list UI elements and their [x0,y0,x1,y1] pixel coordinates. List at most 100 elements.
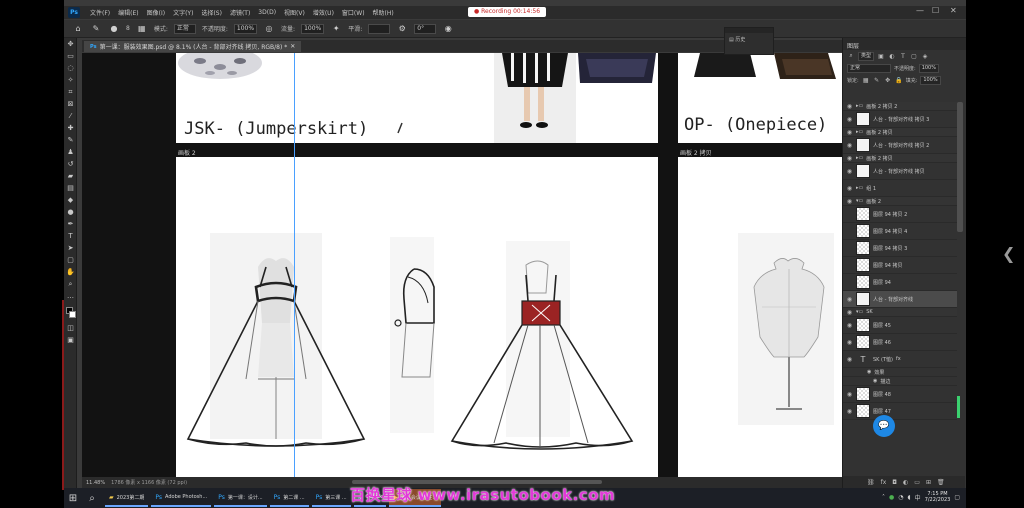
taskbar-item-lesson1[interactable]: Ps 第一课：设计... [214,489,267,507]
layer-row[interactable]: ◉ 图层 48 [843,386,957,403]
lock-pixels-icon[interactable]: ▦ [862,76,870,84]
lock-all-icon[interactable]: 🔒 [895,76,903,84]
eye-icon[interactable]: ◉ [846,339,853,346]
taskbar-item-folder[interactable]: ▰ 2023第二期 [105,489,149,507]
chevron-left-icon[interactable]: ❮ [1002,244,1015,263]
trash-icon[interactable]: 🗑 [937,479,945,486]
more-tools-icon[interactable]: … [64,290,77,302]
eye-icon[interactable]: ◉ [846,408,853,415]
volume-icon[interactable]: ◖ [908,494,911,501]
crop-tool-icon[interactable]: ⌗ [64,86,77,98]
fill-field[interactable]: 100% [920,75,941,85]
zoom-level[interactable]: 11.48% [86,480,105,486]
flow-field[interactable]: 100% [301,23,325,34]
layer-group[interactable]: ◉ ▸▭ 画板 2 拷贝 [843,154,957,163]
layer-row[interactable]: ◉ 图层 47 [843,403,957,420]
pressure-size-icon[interactable]: ◉ [442,23,454,35]
layer-row[interactable]: ◉ 图层 45 [843,317,957,334]
filter-pixel-icon[interactable]: ▣ [877,52,885,60]
layers-scrollbar[interactable] [957,102,963,232]
lock-move-icon[interactable]: ✥ [884,76,892,84]
close-icon[interactable]: ✕ [950,6,957,15]
smooth-field[interactable] [368,23,391,34]
artboard-tool-icon[interactable]: ▭ [64,50,77,62]
artboard-2-label[interactable]: 画板 2 [178,148,196,157]
input-method-icon[interactable]: 中 [915,493,921,502]
windows-start-icon[interactable]: ⊞ [64,488,82,508]
clock[interactable]: 7:15 PM 7/22/2023 [925,491,951,503]
lock-paint-icon[interactable]: ✎ [873,76,881,84]
layer-row-active[interactable]: ◉ 人台 - 背部对齐线 [843,291,957,308]
eye-icon[interactable]: ◉ [846,391,853,398]
menu-file[interactable]: 文件(F) [86,8,114,17]
layers-panel-title[interactable]: 图层 [843,38,966,50]
type-tool-icon[interactable]: T [64,230,77,242]
layer-row[interactable]: ◉ 人台 - 背部对齐线 拷贝 [843,163,957,180]
new-layer-icon[interactable]: ⊞ [926,479,931,486]
menu-filter[interactable]: 滤镜(T) [226,8,254,17]
layer-row[interactable]: ◉ 人台 - 背部对齐线 拷贝 2 [843,137,957,154]
layer-row[interactable]: ◉ ▸▭ 组 1 [843,180,957,197]
screen-mode-icon[interactable]: ▣ [64,334,77,346]
shape-tool-icon[interactable]: ▢ [64,254,77,266]
eye-icon[interactable]: ◉ [846,129,853,136]
opacity-field[interactable]: 100% [233,23,258,34]
menu-image[interactable]: 图像(I) [143,8,169,17]
pressure-opacity-icon[interactable]: ◎ [263,23,275,35]
chat-bubble-icon[interactable]: 💬 [873,415,895,437]
layer-group[interactable]: ◉ ▾▭ SK [843,308,957,317]
menu-plugins[interactable]: 增效(U) [309,8,338,17]
layer-effect-stroke[interactable]: ◉ 描边 [843,377,957,386]
filter-adjust-icon[interactable]: ◐ [888,52,896,60]
smoothing-settings-icon[interactable]: ⚙ [396,23,408,35]
wechat-icon[interactable]: ● [889,494,894,501]
eraser-icon[interactable]: ▰ [64,170,77,182]
chevron-up-icon[interactable]: ˄ [882,494,885,501]
quick-mask-icon[interactable]: ◫ [64,322,77,334]
frame-tool-icon[interactable]: ⊠ [64,98,77,110]
layer-opacity-field[interactable]: 100% [918,63,939,73]
layer-group[interactable]: ◉ ▸▭ 画板 2 拷贝 2 [843,102,957,111]
angle-field[interactable]: 0° [414,23,437,34]
eye-icon[interactable]: ◉ [846,185,853,192]
brush-tool-icon[interactable]: ✎ [64,134,77,146]
layer-row[interactable]: ◉ 人台 - 背部对齐线 拷贝 3 [843,111,957,128]
document-info[interactable]: 1786 像素 x 1166 像素 (72 ppi) [111,479,187,486]
network-icon[interactable]: ◔ [898,494,903,501]
dodge-icon[interactable]: ● [64,206,77,218]
menu-3d[interactable]: 3D(D) [254,9,280,16]
layer-row[interactable]: 图层 94 拷贝 2 [843,206,957,223]
eye-icon[interactable]: ◉ [846,322,853,329]
menu-edit[interactable]: 编辑(E) [114,8,142,17]
taskbar-item-photoshop[interactable]: Ps Adobe Photosh... [151,489,212,507]
document-tab[interactable]: Ps 第一课：服装效果图.psd @ 8.1% (人台 - 背部对齐线 拷贝, … [84,41,302,52]
history-brush-icon[interactable]: ↺ [64,158,77,170]
fx-button-icon[interactable]: fx [881,479,887,486]
menu-help[interactable]: 帮助(H) [369,8,398,17]
menu-view[interactable]: 视图(V) [280,8,309,17]
eye-icon[interactable]: ◉ [846,198,853,205]
search-icon[interactable]: ⌕ [82,488,102,508]
notification-icon[interactable]: ▢ [954,494,960,501]
filter-smart-icon[interactable]: ◈ [921,52,929,60]
mode-select[interactable]: 正常 [173,23,196,34]
brush-tool-icon[interactable]: ✎ [90,23,102,35]
history-item[interactable]: ▤ 历史 [725,33,773,46]
artboard-jsk-header[interactable]: JSK- (Jumperskirt) [176,53,658,143]
brush-settings-icon[interactable]: ▦ [136,23,148,35]
layer-row[interactable]: 图层 94 拷贝 3 [843,240,957,257]
link-icon[interactable]: ⛓ [867,479,875,486]
eye-icon[interactable]: ◉ [846,168,853,175]
gradient-icon[interactable]: ▤ [64,182,77,194]
artboard-2-copy-label[interactable]: 画板 2 拷贝 [680,148,712,157]
layer-row[interactable]: 图层 94 [843,274,957,291]
zoom-tool-icon[interactable]: ⌕ [64,278,77,290]
eye-icon[interactable]: ◉ [846,116,853,123]
color-swatches[interactable] [64,306,77,322]
menu-window[interactable]: 窗口(W) [338,8,369,17]
new-group-icon[interactable]: ▭ [914,479,920,486]
magic-wand-icon[interactable]: ✧ [64,74,77,86]
lasso-tool-icon[interactable]: ◌ [64,62,77,74]
eye-icon[interactable]: ◉ [846,155,853,162]
brush-preset-icon[interactable]: ● [108,23,120,35]
